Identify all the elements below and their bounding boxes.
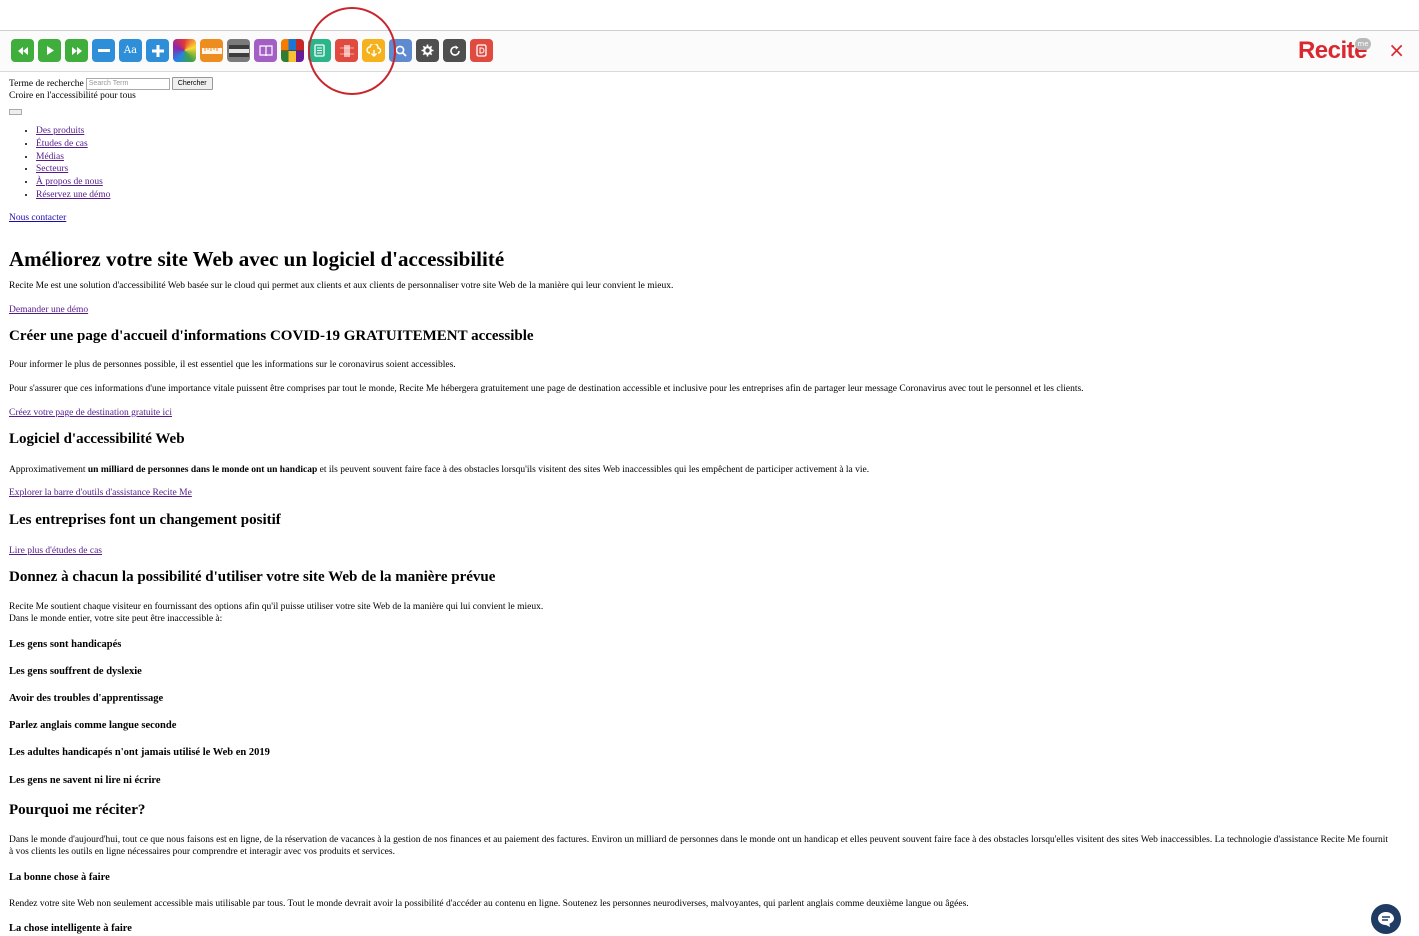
- search-icon[interactable]: [389, 39, 412, 62]
- cloud-download-icon[interactable]: [362, 39, 385, 62]
- reset-icon[interactable]: [443, 39, 466, 62]
- search-label: Terme de recherche: [9, 78, 84, 89]
- page-title: Améliorez votre site Web avec un logicie…: [9, 246, 505, 271]
- search-button[interactable]: Chercher: [171, 77, 213, 90]
- gear-icon[interactable]: [416, 39, 439, 62]
- group-heading-6: Les gens ne savent ni lire ni écrire: [9, 774, 161, 786]
- companies-heading: Les entreprises font un changement posit…: [9, 511, 281, 528]
- magnifier-strip-icon[interactable]: [335, 39, 358, 62]
- demo-link[interactable]: Demander une démo: [9, 304, 88, 316]
- group-heading-1: Les gens sont handicapés: [9, 638, 122, 650]
- menu-toggle-button[interactable]: [9, 109, 22, 115]
- nav-item: Réservez une démo: [36, 189, 1399, 202]
- software-text: Approximativement un milliard de personn…: [9, 464, 1399, 476]
- smart-thing-heading: La chose intelligente à faire: [9, 922, 132, 934]
- everyone-heading: Donnez à chacun la possibilité d'utilise…: [9, 568, 496, 585]
- nav-link-about[interactable]: À propos de nous: [36, 177, 103, 187]
- dictionary-icon[interactable]: [254, 39, 277, 62]
- toolbar-buttons: Aa: [11, 39, 493, 62]
- everyone-line-1: Recite Me soutient chaque visiteur en fo…: [9, 601, 544, 612]
- right-thing-heading: La bonne chose à faire: [9, 871, 110, 883]
- group-heading-3: Avoir des troubles d'apprentissage: [9, 692, 164, 704]
- nav-link-book-demo[interactable]: Réservez une démo: [36, 190, 110, 200]
- color-wheel-icon[interactable]: [173, 39, 196, 62]
- nav-link-sectors[interactable]: Secteurs: [36, 164, 68, 174]
- chat-icon[interactable]: [1371, 904, 1401, 934]
- covid-paragraph-2: Pour s'assurer que ces informations d'un…: [9, 383, 1084, 394]
- recite-toolbar: Aa Recite me ×: [0, 7, 1419, 95]
- hero-text: Recite Me est une solution d'accessibili…: [9, 280, 674, 291]
- nav-item: Études de cas: [36, 138, 1399, 151]
- toolbar-explore-link[interactable]: Explorer la barre d'outils d'assistance …: [9, 487, 192, 499]
- why-heading: Pourquoi me réciter?: [9, 801, 146, 818]
- page-content: Terme de recherche Search Term Chercher …: [9, 77, 1399, 934]
- software-heading: Logiciel d'accessibilité Web: [9, 430, 185, 447]
- search-row: Terme de recherche Search Term Chercher: [9, 77, 1399, 90]
- right-thing-text: Rendez votre site Web non seulement acce…: [9, 898, 969, 909]
- text-only-icon[interactable]: [308, 39, 331, 62]
- play-icon[interactable]: [38, 39, 61, 62]
- tagline: Croire en l'accessibilité pour tous: [9, 91, 136, 101]
- contact-link[interactable]: Nous contacter: [9, 212, 66, 224]
- search-input[interactable]: Search Term: [85, 77, 170, 90]
- everyone-line-2: Dans le monde entier, votre site peut êt…: [9, 613, 223, 624]
- ruler-icon[interactable]: [200, 39, 223, 62]
- mosaic-icon[interactable]: [281, 39, 304, 62]
- covid-heading: Créer une page d'accueil d'informations …: [9, 327, 534, 344]
- case-studies-link[interactable]: Lire plus d'études de cas: [9, 545, 102, 557]
- close-icon[interactable]: ×: [1388, 40, 1405, 60]
- nav-item: À propos de nous: [36, 176, 1399, 189]
- why-text: Dans le monde d'aujourd'hui, tout ce que…: [9, 834, 1389, 857]
- nav-link-media[interactable]: Médias: [36, 152, 64, 162]
- decrease-text-icon[interactable]: [92, 39, 115, 62]
- group-heading-5: Les adultes handicapés n'ont jamais util…: [9, 746, 270, 758]
- nav-item: Des produits: [36, 125, 1399, 138]
- nav-item: Médias: [36, 151, 1399, 164]
- nav-link-case-studies[interactable]: Études de cas: [36, 139, 88, 149]
- software-text-bold: un milliard de personnes dans le monde o…: [87, 464, 318, 475]
- recite-logo-badge: me: [1355, 38, 1371, 50]
- software-text-end: et ils peuvent souvent faire face à des …: [317, 464, 870, 475]
- screen-mask-icon[interactable]: [227, 39, 250, 62]
- font-icon-label: Aa: [123, 44, 138, 56]
- fast-forward-icon[interactable]: [65, 39, 88, 62]
- covid-link[interactable]: Créez votre page de destination gratuite…: [9, 407, 172, 419]
- pdf-icon[interactable]: [470, 39, 493, 62]
- main-nav: Des produits Études de cas Médias Secteu…: [9, 125, 1399, 202]
- covid-paragraph-1: Pour informer le plus de personnes possi…: [9, 359, 456, 370]
- nav-item: Secteurs: [36, 163, 1399, 176]
- group-heading-2: Les gens souffrent de dyslexie: [9, 665, 142, 677]
- increase-text-icon[interactable]: [146, 39, 169, 62]
- group-heading-4: Parlez anglais comme langue seconde: [9, 719, 177, 731]
- font-icon[interactable]: Aa: [119, 39, 142, 62]
- nav-link-products[interactable]: Des produits: [36, 126, 84, 136]
- software-text-start: Approximativement: [9, 464, 88, 475]
- rewind-icon[interactable]: [11, 39, 34, 62]
